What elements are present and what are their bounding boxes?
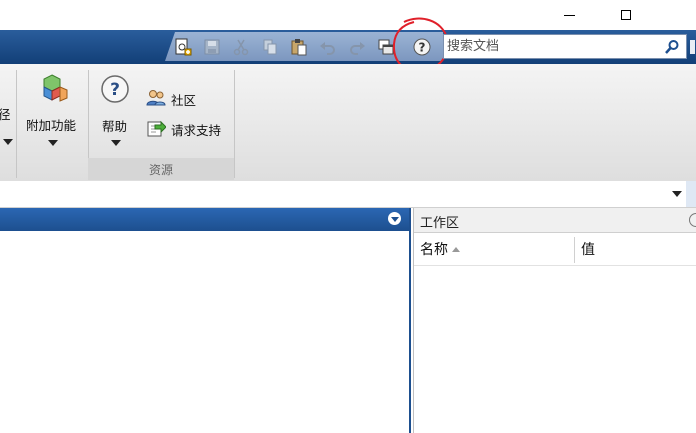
cut-icon (233, 39, 249, 56)
minimize-button[interactable] (546, 0, 592, 30)
new-script-button[interactable] (173, 37, 193, 57)
panel-header (0, 208, 409, 231)
workspace-panel[interactable]: 工作区 名称 值 (413, 208, 696, 433)
search-input[interactable] (447, 37, 657, 56)
minimize-icon (563, 14, 575, 16)
ribbon-separator (16, 70, 17, 178)
chevron-down-icon[interactable] (672, 191, 682, 197)
addons-button[interactable]: 附加功能 (22, 70, 82, 152)
chevron-down-icon (390, 217, 399, 222)
search-box[interactable] (443, 34, 687, 59)
paste-icon (291, 39, 307, 56)
community-button[interactable]: 社区 (146, 88, 216, 108)
sort-ascending-icon (452, 246, 460, 252)
help-ribbon-button[interactable]: ? 帮助 (96, 70, 136, 152)
save-icon (204, 39, 220, 55)
panel-menu-button[interactable] (388, 212, 401, 225)
addons-label: 附加功能 (26, 118, 77, 133)
maximize-icon (621, 10, 631, 20)
svg-text:?: ? (110, 80, 120, 100)
chevron-down-icon (111, 140, 121, 146)
community-label: 社区 (171, 93, 197, 108)
copy-button[interactable] (260, 37, 280, 57)
column-header-name[interactable]: 名称 (420, 233, 460, 265)
undo-button[interactable] (318, 37, 338, 57)
workspace-title: 工作区 (420, 216, 460, 231)
copy-icon (263, 39, 277, 55)
maximize-button[interactable] (603, 0, 649, 30)
redo-button[interactable] (347, 37, 367, 57)
help-label: 帮助 (102, 119, 128, 134)
request-support-label: 请求支持 (171, 123, 222, 138)
column-divider[interactable] (574, 237, 575, 263)
search-icon[interactable] (664, 39, 680, 55)
quick-access-toolbar-strip: ? (0, 17, 696, 73)
resources-group-label: 资源 (148, 163, 173, 177)
current-folder-bar[interactable] (0, 181, 696, 208)
column-value-label: 值 (581, 242, 595, 258)
community-icon (146, 90, 166, 106)
save-button[interactable] (202, 37, 222, 57)
resources-group-bar: 资源 (88, 158, 234, 180)
addons-icon (43, 74, 68, 102)
help-icon: ? (101, 75, 129, 103)
chevron-down-icon (48, 140, 58, 146)
toolstrip-options-icon[interactable] (689, 38, 696, 56)
workspace-menu-button[interactable] (689, 213, 696, 227)
request-support-button[interactable]: 请求支持 (146, 118, 230, 138)
command-window-panel[interactable] (0, 208, 411, 433)
ribbon-separator (234, 70, 235, 178)
redo-icon (350, 42, 365, 55)
workspace-column-headers: 名称 值 (414, 233, 696, 266)
request-support-icon (147, 120, 166, 137)
cut-button[interactable] (231, 37, 251, 57)
paste-button[interactable] (289, 37, 309, 57)
workspace-header: 工作区 (414, 208, 696, 233)
ribbon: 径 附加功能 ? 帮助 社区 请求支持 资源 (0, 64, 696, 182)
ribbon-partial-label: 径 (0, 107, 11, 122)
column-header-value[interactable]: 值 (581, 233, 595, 265)
window-title-bar (0, 0, 696, 30)
address-bar-edge (686, 181, 696, 207)
undo-icon (320, 42, 335, 55)
chevron-down-icon[interactable] (3, 139, 13, 145)
new-script-icon (175, 38, 192, 56)
column-name-label: 名称 (420, 242, 448, 258)
